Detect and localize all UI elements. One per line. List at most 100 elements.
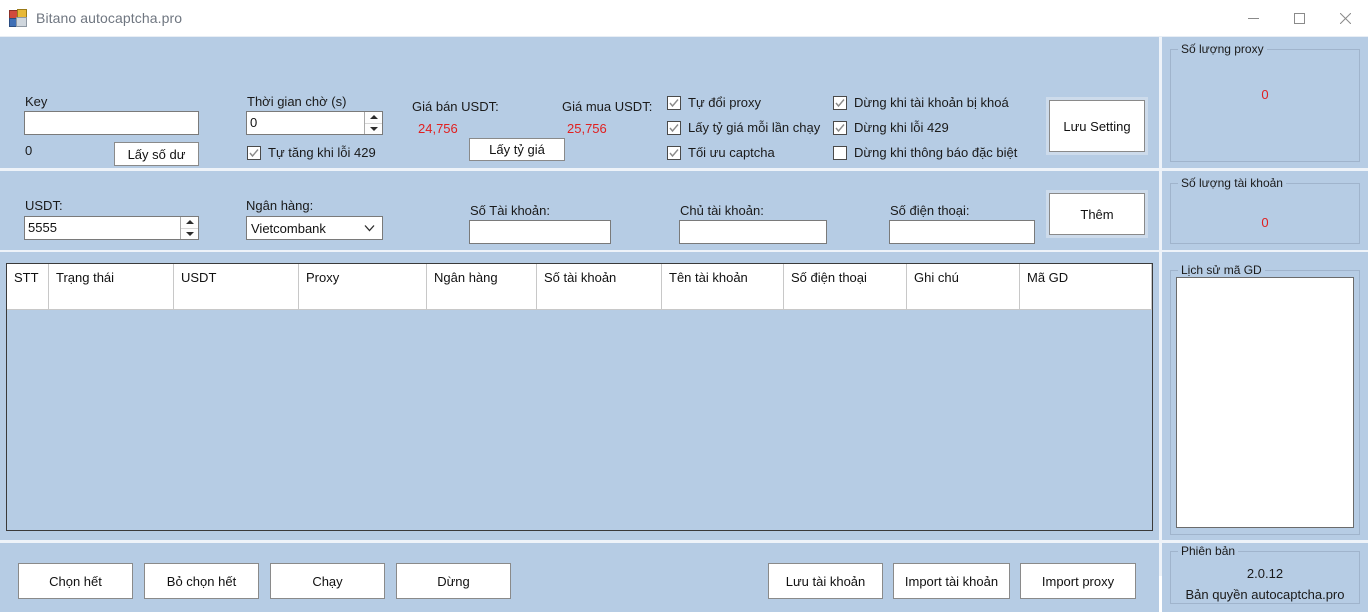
- checkbox-label: Tự đổi proxy: [688, 95, 762, 110]
- checkbox-box[interactable]: [247, 145, 261, 160]
- maximize-icon[interactable]: [1276, 0, 1322, 36]
- proxy-count-panel: Số lượng proxy 0: [1162, 37, 1368, 168]
- checkbox-get-rate-each-run[interactable]: Lấy tỷ giá mỗi lần chạy: [667, 120, 820, 135]
- select-all-button[interactable]: Chọn hết: [18, 563, 133, 599]
- table-body[interactable]: [7, 310, 1152, 530]
- wait-time-stepper[interactable]: 0: [246, 111, 383, 135]
- get-rate-button[interactable]: Lấy tỷ giá: [469, 138, 565, 161]
- import-account-button[interactable]: Import tài khoản: [893, 563, 1010, 599]
- save-account-button[interactable]: Lưu tài khoản: [768, 563, 883, 599]
- table-column-header[interactable]: Số tài khoản: [537, 264, 662, 309]
- auto-increase-label: Tự tăng khi lỗi 429: [268, 145, 376, 160]
- version-value: 2.0.12: [1246, 566, 1284, 581]
- grid-panel: STT Trạng thái USDT Proxy Ngân hàng Số tài kh…: [0, 252, 1159, 540]
- version-groupbox: Phiên bản 2.0.12 Bản quyền autocaptcha.p…: [1170, 544, 1360, 604]
- checkbox-stop-when-error-429[interactable]: Dừng khi lỗi 429: [833, 120, 949, 135]
- proxy-count-title: Số lượng proxy: [1178, 42, 1267, 56]
- account-count-title: Số lượng tài khoản: [1178, 176, 1286, 190]
- settings-panel: Key 0 Lấy số dư Thời gian chờ (s) 0 Tự t…: [0, 37, 1159, 168]
- spin-down-icon[interactable]: [365, 124, 382, 135]
- balance-value: 0: [25, 143, 33, 158]
- buy-price-value: 25,756: [567, 121, 607, 136]
- spin-up-icon[interactable]: [181, 217, 198, 229]
- bank-select[interactable]: Vietcombank: [246, 216, 383, 240]
- phone-label: Số điện thoại:: [890, 203, 970, 218]
- table-column-header[interactable]: Proxy: [299, 264, 427, 309]
- table-column-header[interactable]: Số điện thoại: [784, 264, 907, 309]
- checkbox-box[interactable]: [667, 95, 681, 110]
- checkbox-box[interactable]: [833, 95, 847, 110]
- save-setting-button[interactable]: Lưu Setting: [1049, 100, 1145, 152]
- run-button[interactable]: Chạy: [270, 563, 385, 599]
- main-surface: Key 0 Lấy số dư Thời gian chờ (s) 0 Tự t…: [0, 37, 1368, 612]
- sell-price-label: Giá bán USDT:: [412, 99, 499, 114]
- wait-time-value[interactable]: 0: [247, 112, 364, 134]
- key-input[interactable]: [24, 111, 199, 135]
- history-panel: Lịch sử mã GD: [1162, 252, 1368, 540]
- wait-time-spin-buttons[interactable]: [364, 112, 382, 134]
- account-count-value: 0: [1261, 215, 1269, 230]
- account-count-panel: Số lượng tài khoản 0: [1162, 171, 1368, 250]
- app-icon: [9, 9, 27, 27]
- checkbox-box[interactable]: [833, 145, 847, 160]
- checkbox-label: Dừng khi thông báo đặc biệt: [854, 145, 1018, 160]
- table-column-header[interactable]: Ngân hàng: [427, 264, 537, 309]
- account-holder-label: Chủ tài khoản:: [680, 203, 764, 218]
- add-account-button[interactable]: Thêm: [1049, 193, 1145, 235]
- bank-label: Ngân hàng:: [246, 198, 314, 213]
- chevron-down-icon[interactable]: [364, 224, 375, 232]
- spin-up-icon[interactable]: [365, 112, 382, 124]
- spin-down-icon[interactable]: [181, 229, 198, 240]
- key-label: Key: [25, 94, 48, 109]
- get-balance-button[interactable]: Lấy số dư: [114, 142, 199, 166]
- table-column-header[interactable]: Trạng thái: [49, 264, 174, 309]
- checkbox-auto-change-proxy[interactable]: Tự đổi proxy: [667, 95, 761, 110]
- table-header-row: STT Trạng thái USDT Proxy Ngân hàng Số tài kh…: [7, 264, 1152, 310]
- table-column-header[interactable]: Mã GD: [1020, 264, 1152, 309]
- checkbox-box[interactable]: [667, 145, 681, 160]
- history-groupbox: Lịch sử mã GD: [1170, 263, 1360, 535]
- accounts-table[interactable]: STT Trạng thái USDT Proxy Ngân hàng Số tài kh…: [6, 263, 1153, 531]
- proxy-count-value: 0: [1261, 87, 1269, 102]
- account-number-input[interactable]: [469, 220, 611, 244]
- table-column-header[interactable]: Tên tài khoản: [662, 264, 784, 309]
- phone-input[interactable]: [889, 220, 1035, 244]
- wait-time-label: Thời gian chờ (s): [247, 94, 347, 109]
- checkbox-stop-when-account-locked[interactable]: Dừng khi tài khoản bị khoá: [833, 95, 1009, 110]
- checkbox-label: Tối ưu captcha: [688, 145, 775, 160]
- history-listbox[interactable]: [1176, 277, 1354, 528]
- minimize-icon[interactable]: [1230, 0, 1276, 36]
- usdt-label: USDT:: [25, 198, 63, 213]
- sell-price-value: 24,756: [418, 121, 458, 136]
- close-icon[interactable]: [1322, 0, 1368, 36]
- account-number-label: Số Tài khoản:: [470, 203, 550, 218]
- import-proxy-button[interactable]: Import proxy: [1020, 563, 1136, 599]
- checkbox-stop-when-special-notice[interactable]: Dừng khi thông báo đặc biệt: [833, 145, 1017, 160]
- version-title: Phiên bản: [1178, 544, 1239, 558]
- bank-selected-value: Vietcombank: [251, 220, 326, 236]
- copyright-text: Bản quyền autocaptcha.pro: [1185, 587, 1345, 602]
- account-form-panel: USDT: 5555 Ngân hàng: Vietcombank Số Tài…: [0, 171, 1159, 250]
- usdt-stepper[interactable]: 5555: [24, 216, 199, 240]
- checkbox-label: Dừng khi lỗi 429: [854, 120, 949, 135]
- proxy-count-groupbox: Số lượng proxy 0: [1170, 42, 1360, 162]
- table-column-header[interactable]: USDT: [174, 264, 299, 309]
- account-count-groupbox: Số lượng tài khoản 0: [1170, 176, 1360, 244]
- window-titlebar: Bitano autocaptcha.pro: [0, 0, 1368, 37]
- checkbox-label: Dừng khi tài khoản bị khoá: [854, 95, 1009, 110]
- account-holder-input[interactable]: [679, 220, 827, 244]
- checkbox-optimize-captcha[interactable]: Tối ưu captcha: [667, 145, 775, 160]
- checkbox-box[interactable]: [667, 120, 681, 135]
- table-column-header[interactable]: STT: [7, 264, 49, 309]
- stop-button[interactable]: Dừng: [396, 563, 511, 599]
- usdt-spin-buttons[interactable]: [180, 217, 198, 239]
- deselect-all-button[interactable]: Bỏ chọn hết: [144, 563, 259, 599]
- window-title: Bitano autocaptcha.pro: [36, 10, 183, 26]
- usdt-value[interactable]: 5555: [25, 217, 180, 239]
- table-column-header[interactable]: Ghi chú: [907, 264, 1020, 309]
- actions-panel: Chọn hết Bỏ chọn hết Chạy Dừng Lưu tài k…: [0, 543, 1159, 612]
- buy-price-label: Giá mua USDT:: [562, 99, 653, 114]
- history-title: Lịch sử mã GD: [1178, 263, 1265, 277]
- checkbox-box[interactable]: [833, 120, 847, 135]
- auto-increase-checkbox[interactable]: Tự tăng khi lỗi 429: [247, 145, 376, 160]
